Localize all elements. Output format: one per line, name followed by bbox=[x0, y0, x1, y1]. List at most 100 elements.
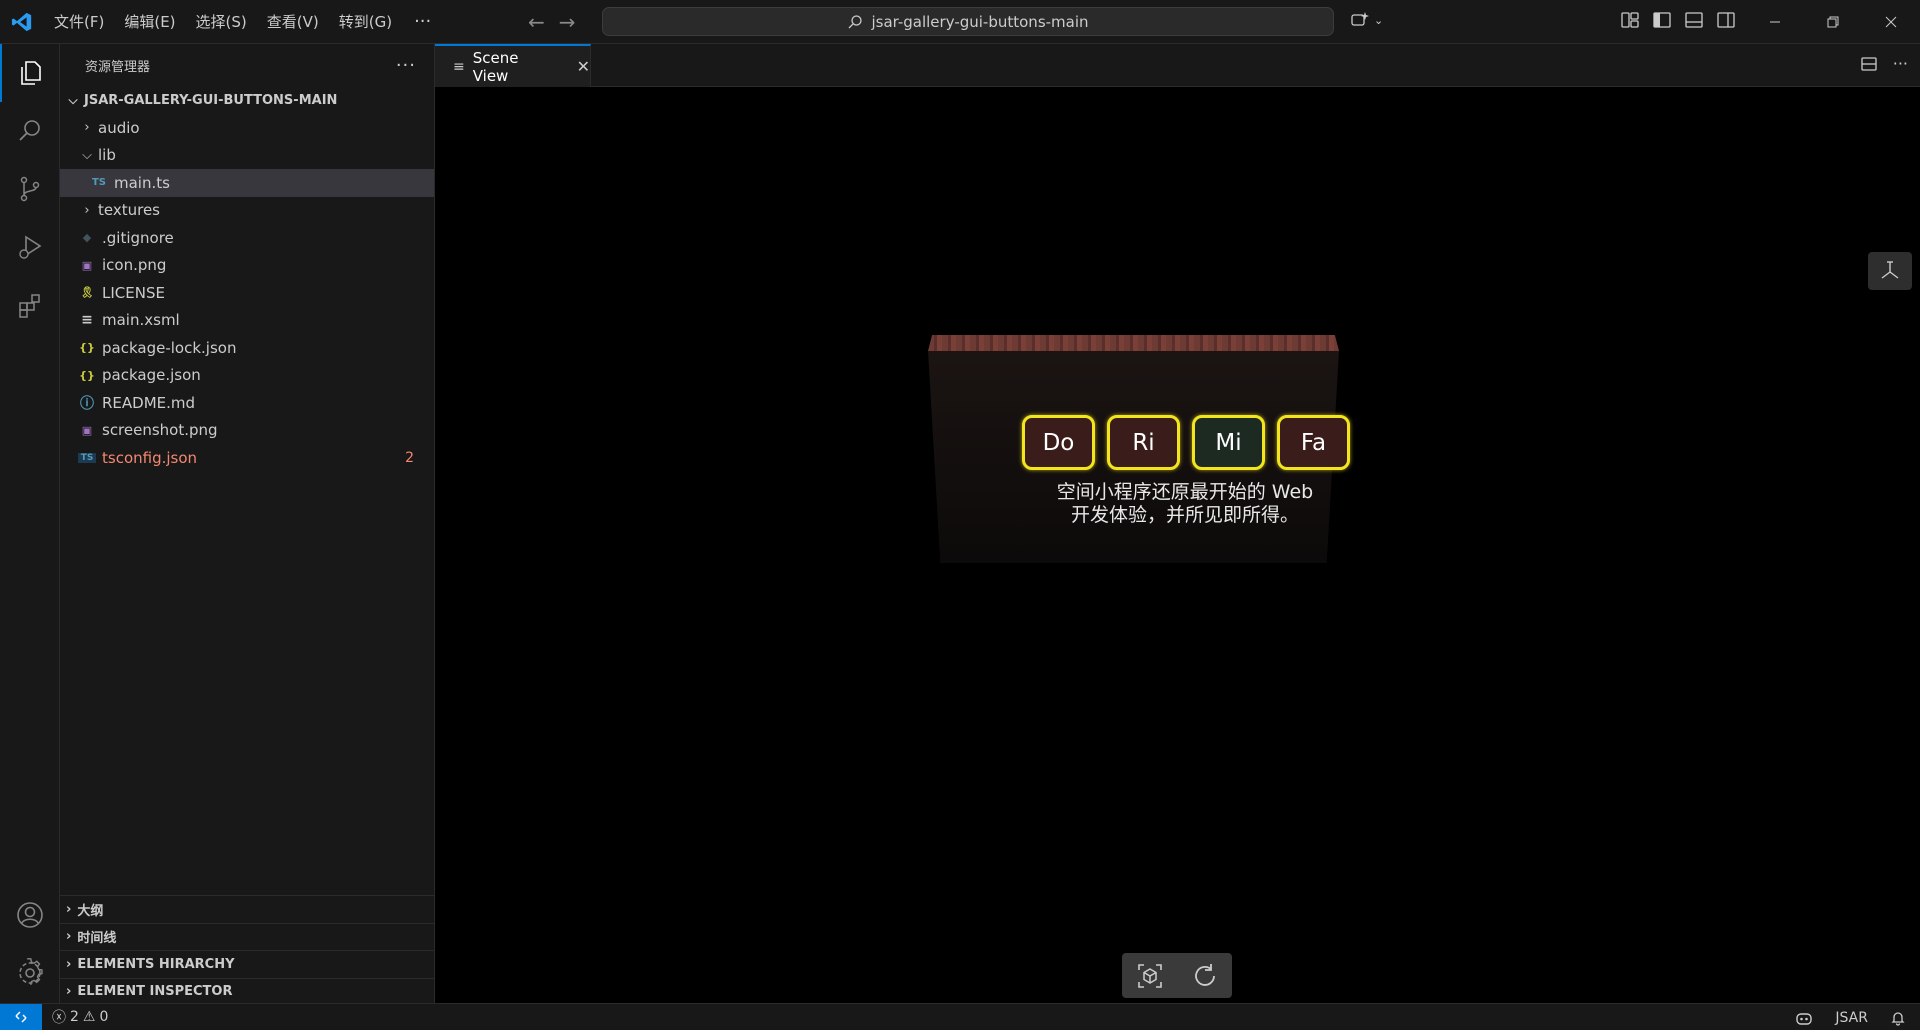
scene-view-canvas[interactable]: Do Ri Mi Fa 空间小程序还原最开始的 Web 开发体验，并所见即所得。 bbox=[435, 87, 1920, 1003]
axis-gizmo-icon[interactable] bbox=[1868, 252, 1912, 290]
section-label: ELEMENT INSPECTOR bbox=[77, 984, 233, 1000]
search-activity-icon[interactable] bbox=[0, 102, 60, 160]
run-debug-icon[interactable] bbox=[0, 218, 60, 276]
workspace-root-folder[interactable]: ⌵ JSAR-GALLERY-GUI-BUTTONS-MAIN bbox=[60, 87, 434, 114]
tsconfig-icon: TS bbox=[78, 452, 96, 463]
menu-go[interactable]: 转到(G) bbox=[329, 0, 402, 44]
tree-item-label: audio bbox=[98, 118, 140, 137]
forward-arrow-icon[interactable]: → bbox=[559, 10, 576, 34]
menu-view[interactable]: 查看(V) bbox=[257, 0, 329, 44]
tree-item-label: package.json bbox=[102, 366, 201, 385]
copilot-sparkle-icon bbox=[1351, 12, 1369, 26]
tree-item-gitignore[interactable]: ◆ .gitignore bbox=[60, 224, 434, 252]
status-right-items: JSAR bbox=[1795, 1004, 1906, 1030]
note-button-mi[interactable]: Mi bbox=[1192, 415, 1265, 470]
info-icon: ⓘ bbox=[80, 395, 94, 412]
back-arrow-icon[interactable]: ← bbox=[528, 10, 545, 34]
menu-edit[interactable]: 编辑(E) bbox=[114, 0, 185, 44]
problems-indicator[interactable]: ⓧ 2 ⚠ 0 bbox=[52, 1007, 108, 1027]
section-outline[interactable]: › 大纲 bbox=[60, 895, 435, 923]
tree-item-label: package-lock.json bbox=[102, 338, 237, 357]
close-window-icon[interactable] bbox=[1862, 0, 1920, 44]
note-button-label: Ri bbox=[1132, 429, 1155, 456]
warning-icon: ⚠ bbox=[82, 1009, 96, 1025]
menu-file[interactable]: 文件(F) bbox=[44, 0, 114, 44]
tree-item-audio[interactable]: › audio bbox=[60, 114, 434, 142]
remote-indicator-icon[interactable] bbox=[0, 1003, 42, 1030]
tab-scene-view[interactable]: ≡ Scene View ✕ bbox=[435, 44, 591, 87]
section-elements-hierarchy[interactable]: › ELEMENTS HIRARCHY bbox=[60, 950, 435, 978]
status-bar: ⓧ 2 ⚠ 0 JSAR bbox=[0, 1003, 1920, 1030]
tree-item-main-ts[interactable]: TS main.ts bbox=[60, 169, 434, 197]
section-label: 大纲 bbox=[77, 903, 104, 919]
problem-count-badge: 2 bbox=[405, 449, 414, 466]
note-button-label: Fa bbox=[1300, 429, 1327, 456]
copilot-button[interactable]: ⌄ bbox=[1350, 10, 1383, 30]
search-icon bbox=[849, 14, 863, 28]
note-button-label: Mi bbox=[1215, 429, 1242, 456]
toggle-panel-icon[interactable] bbox=[1684, 10, 1704, 30]
explorer-sidebar: 资源管理器 ··· ⌵ JSAR-GALLERY-GUI-BUTTONS-MAI… bbox=[60, 44, 435, 1003]
title-bar: 文件(F) 编辑(E) 选择(S) 查看(V) 转到(G) ··· ← → js… bbox=[0, 0, 1920, 44]
toggle-primary-sidebar-icon[interactable] bbox=[1652, 10, 1672, 30]
source-control-icon[interactable] bbox=[0, 160, 60, 218]
refresh-icon[interactable] bbox=[1190, 961, 1220, 991]
tree-item-screenshot-png[interactable]: ▣ screenshot.png bbox=[60, 417, 434, 445]
json-icon: {} bbox=[79, 341, 95, 355]
note-button-fa[interactable]: Fa bbox=[1277, 415, 1350, 470]
image-icon: ▣ bbox=[81, 423, 93, 437]
tree-item-icon-png[interactable]: ▣ icon.png bbox=[60, 252, 434, 280]
settings-gear-icon[interactable] bbox=[0, 944, 60, 1002]
tree-item-readme-md[interactable]: ⓘ README.md bbox=[60, 389, 434, 417]
tree-item-lib[interactable]: ⌵ lib bbox=[60, 142, 434, 170]
section-label: 时间线 bbox=[77, 931, 117, 947]
tree-item-license[interactable]: 🎗 LICENSE bbox=[60, 279, 434, 307]
command-center-search[interactable]: jsar-gallery-gui-buttons-main bbox=[602, 7, 1334, 36]
caption-line-2: 开发体验，并所见即所得。 bbox=[1070, 504, 1299, 526]
menu-bar: 文件(F) 编辑(E) 选择(S) 查看(V) 转到(G) ··· bbox=[44, 0, 443, 44]
copilot-icon[interactable] bbox=[1795, 1010, 1813, 1026]
json-icon: {} bbox=[79, 368, 95, 382]
tree-item-main-xsml[interactable]: ≡ main.xsml bbox=[60, 307, 434, 335]
more-actions-icon[interactable]: ··· bbox=[1893, 54, 1908, 74]
toggle-secondary-sidebar-icon[interactable] bbox=[1716, 10, 1736, 30]
chevron-right-icon: › bbox=[84, 120, 90, 136]
minimize-icon[interactable] bbox=[1746, 0, 1804, 44]
tree-item-label: lib bbox=[98, 146, 116, 165]
tree-item-tsconfig-json[interactable]: TS tsconfig.json 2 bbox=[60, 444, 434, 472]
reset-camera-cube-icon[interactable] bbox=[1135, 961, 1165, 991]
chevron-down-icon: ⌵ bbox=[68, 93, 78, 107]
customize-layout-icon[interactable] bbox=[1620, 10, 1640, 30]
restore-icon[interactable] bbox=[1804, 0, 1862, 44]
tab-label: Scene View bbox=[472, 48, 519, 85]
menu-selection[interactable]: 选择(S) bbox=[186, 0, 257, 44]
chevron-down-icon: ⌵ bbox=[82, 147, 92, 163]
tree-item-textures[interactable]: › textures bbox=[60, 197, 434, 225]
menu-more-icon[interactable]: ··· bbox=[402, 0, 443, 44]
workspace-root-label: JSAR-GALLERY-GUI-BUTTONS-MAIN bbox=[84, 93, 338, 108]
close-icon[interactable]: ✕ bbox=[577, 57, 590, 76]
bell-icon[interactable] bbox=[1890, 1010, 1906, 1026]
tree-item-label: icon.png bbox=[102, 256, 167, 275]
tree-item-label: tsconfig.json bbox=[102, 448, 198, 467]
accounts-icon[interactable] bbox=[0, 886, 60, 944]
lines-icon: ≡ bbox=[81, 312, 93, 329]
chevron-down-icon: ⌄ bbox=[1374, 13, 1384, 27]
image-icon: ▣ bbox=[81, 258, 93, 272]
extensions-icon[interactable] bbox=[0, 276, 60, 334]
explorer-header: 资源管理器 ··· bbox=[60, 44, 434, 87]
language-mode[interactable]: JSAR bbox=[1835, 1010, 1868, 1026]
explorer-icon[interactable] bbox=[0, 44, 60, 102]
note-button-ri[interactable]: Ri bbox=[1107, 415, 1180, 470]
split-editor-icon[interactable] bbox=[1859, 54, 1879, 74]
section-element-inspector[interactable]: › ELEMENT INSPECTOR bbox=[60, 977, 435, 1006]
note-button-do[interactable]: Do bbox=[1022, 415, 1095, 470]
error-icon: ⓧ bbox=[52, 1010, 66, 1026]
tree-item-package-lock-json[interactable]: {} package-lock.json bbox=[60, 334, 434, 362]
warning-count: 0 bbox=[99, 1009, 109, 1025]
explorer-more-actions-icon[interactable]: ··· bbox=[396, 55, 416, 76]
tree-item-package-json[interactable]: {} package.json bbox=[60, 362, 434, 390]
tree-item-label: README.md bbox=[102, 393, 196, 412]
typescript-file-icon: TS bbox=[91, 177, 107, 189]
section-timeline[interactable]: › 时间线 bbox=[60, 922, 435, 951]
